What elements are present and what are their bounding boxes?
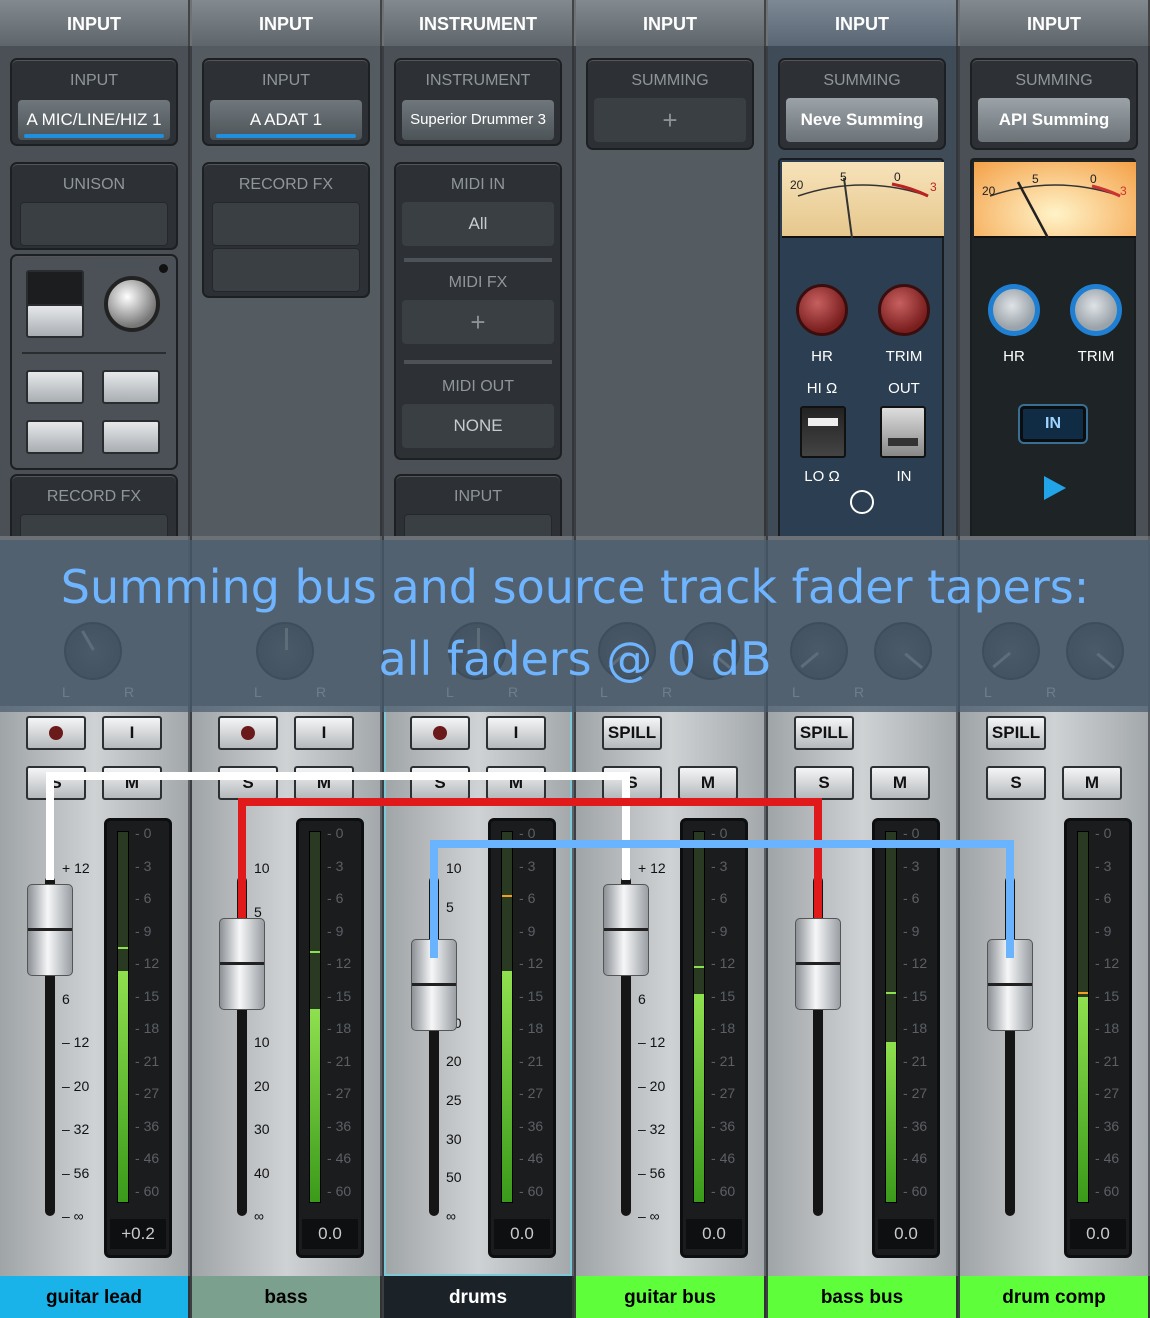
channel-name-bass-bus[interactable]: bass bus — [768, 1276, 958, 1318]
title-overlay: Summing bus and source track fader taper… — [0, 540, 1150, 712]
route-drums-to-drum-comp — [430, 840, 1014, 958]
channel-name-bass[interactable]: bass — [192, 1276, 382, 1318]
route-guitar-lead-to-guitar-bus — [46, 772, 630, 880]
route-bass-to-bass-bus — [238, 798, 822, 918]
title-line-2: all faders @ 0 dB — [378, 632, 772, 686]
console-mixer: INPUT INPUT INSTRUMENT INPUT INPUT INPUT… — [0, 0, 1150, 1318]
channel-name-guitar-bus[interactable]: guitar bus — [576, 1276, 766, 1318]
title-line-1: Summing bus and source track fader taper… — [60, 560, 1090, 614]
channel-name-drum-comp[interactable]: drum comp — [960, 1276, 1150, 1318]
channel-name-guitar-lead[interactable]: guitar lead — [0, 1276, 190, 1318]
channel-name-drums[interactable]: drums — [384, 1276, 574, 1318]
